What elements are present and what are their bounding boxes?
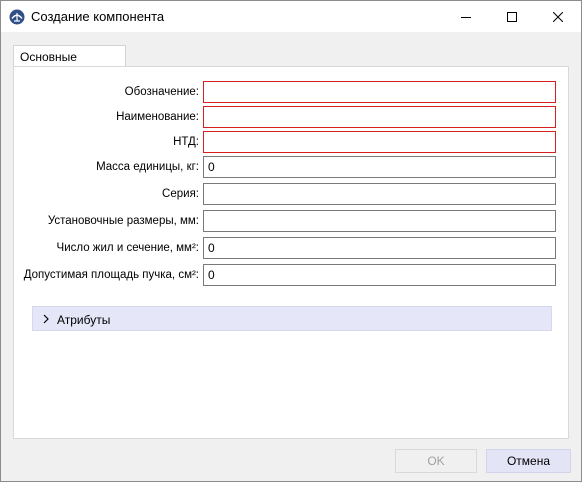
ok-button[interactable]: OK xyxy=(395,449,477,473)
cores-section-input[interactable] xyxy=(203,237,556,259)
name-label: Наименование: xyxy=(116,111,199,123)
dialog-window: Создание компонента Основные свойства Об… xyxy=(0,0,582,482)
ntd-input[interactable] xyxy=(203,131,556,153)
tab-main-properties[interactable]: Основные свойства xyxy=(13,45,126,78)
unit-mass-label: Масса единицы, кг: xyxy=(96,161,199,173)
close-icon xyxy=(553,11,563,22)
name-input[interactable] xyxy=(203,106,556,128)
mounting-dimensions-label: Установочные размеры, мм: xyxy=(47,215,199,227)
close-button[interactable] xyxy=(535,1,581,32)
unit-mass-input[interactable] xyxy=(203,156,556,178)
mounting-dimensions-input[interactable] xyxy=(203,210,556,232)
window-title: Создание компонента xyxy=(31,9,165,24)
ntd-label: НТД: xyxy=(173,136,199,148)
maximize-button[interactable] xyxy=(489,1,535,32)
chevron-right-icon xyxy=(42,313,50,327)
attributes-label: Атрибуты xyxy=(57,313,111,327)
attributes-expander[interactable]: Атрибуты xyxy=(32,306,552,331)
designation-input[interactable] xyxy=(203,81,556,103)
title-bar: Создание компонента xyxy=(1,1,581,32)
app-logo-icon xyxy=(9,9,25,25)
bundle-area-input[interactable] xyxy=(203,264,556,286)
series-input[interactable] xyxy=(203,183,556,205)
cancel-button[interactable]: Отмена xyxy=(486,449,571,473)
minimize-button[interactable] xyxy=(443,1,489,32)
series-label: Серия: xyxy=(162,188,199,200)
cores-section-label: Число жил и сечение, мм²: xyxy=(56,242,199,254)
bundle-area-label: Допустимая площадь пучка, см²: xyxy=(23,269,199,281)
maximize-icon xyxy=(507,11,517,22)
designation-label: Обозначение: xyxy=(124,86,199,98)
minimize-icon xyxy=(461,16,471,18)
